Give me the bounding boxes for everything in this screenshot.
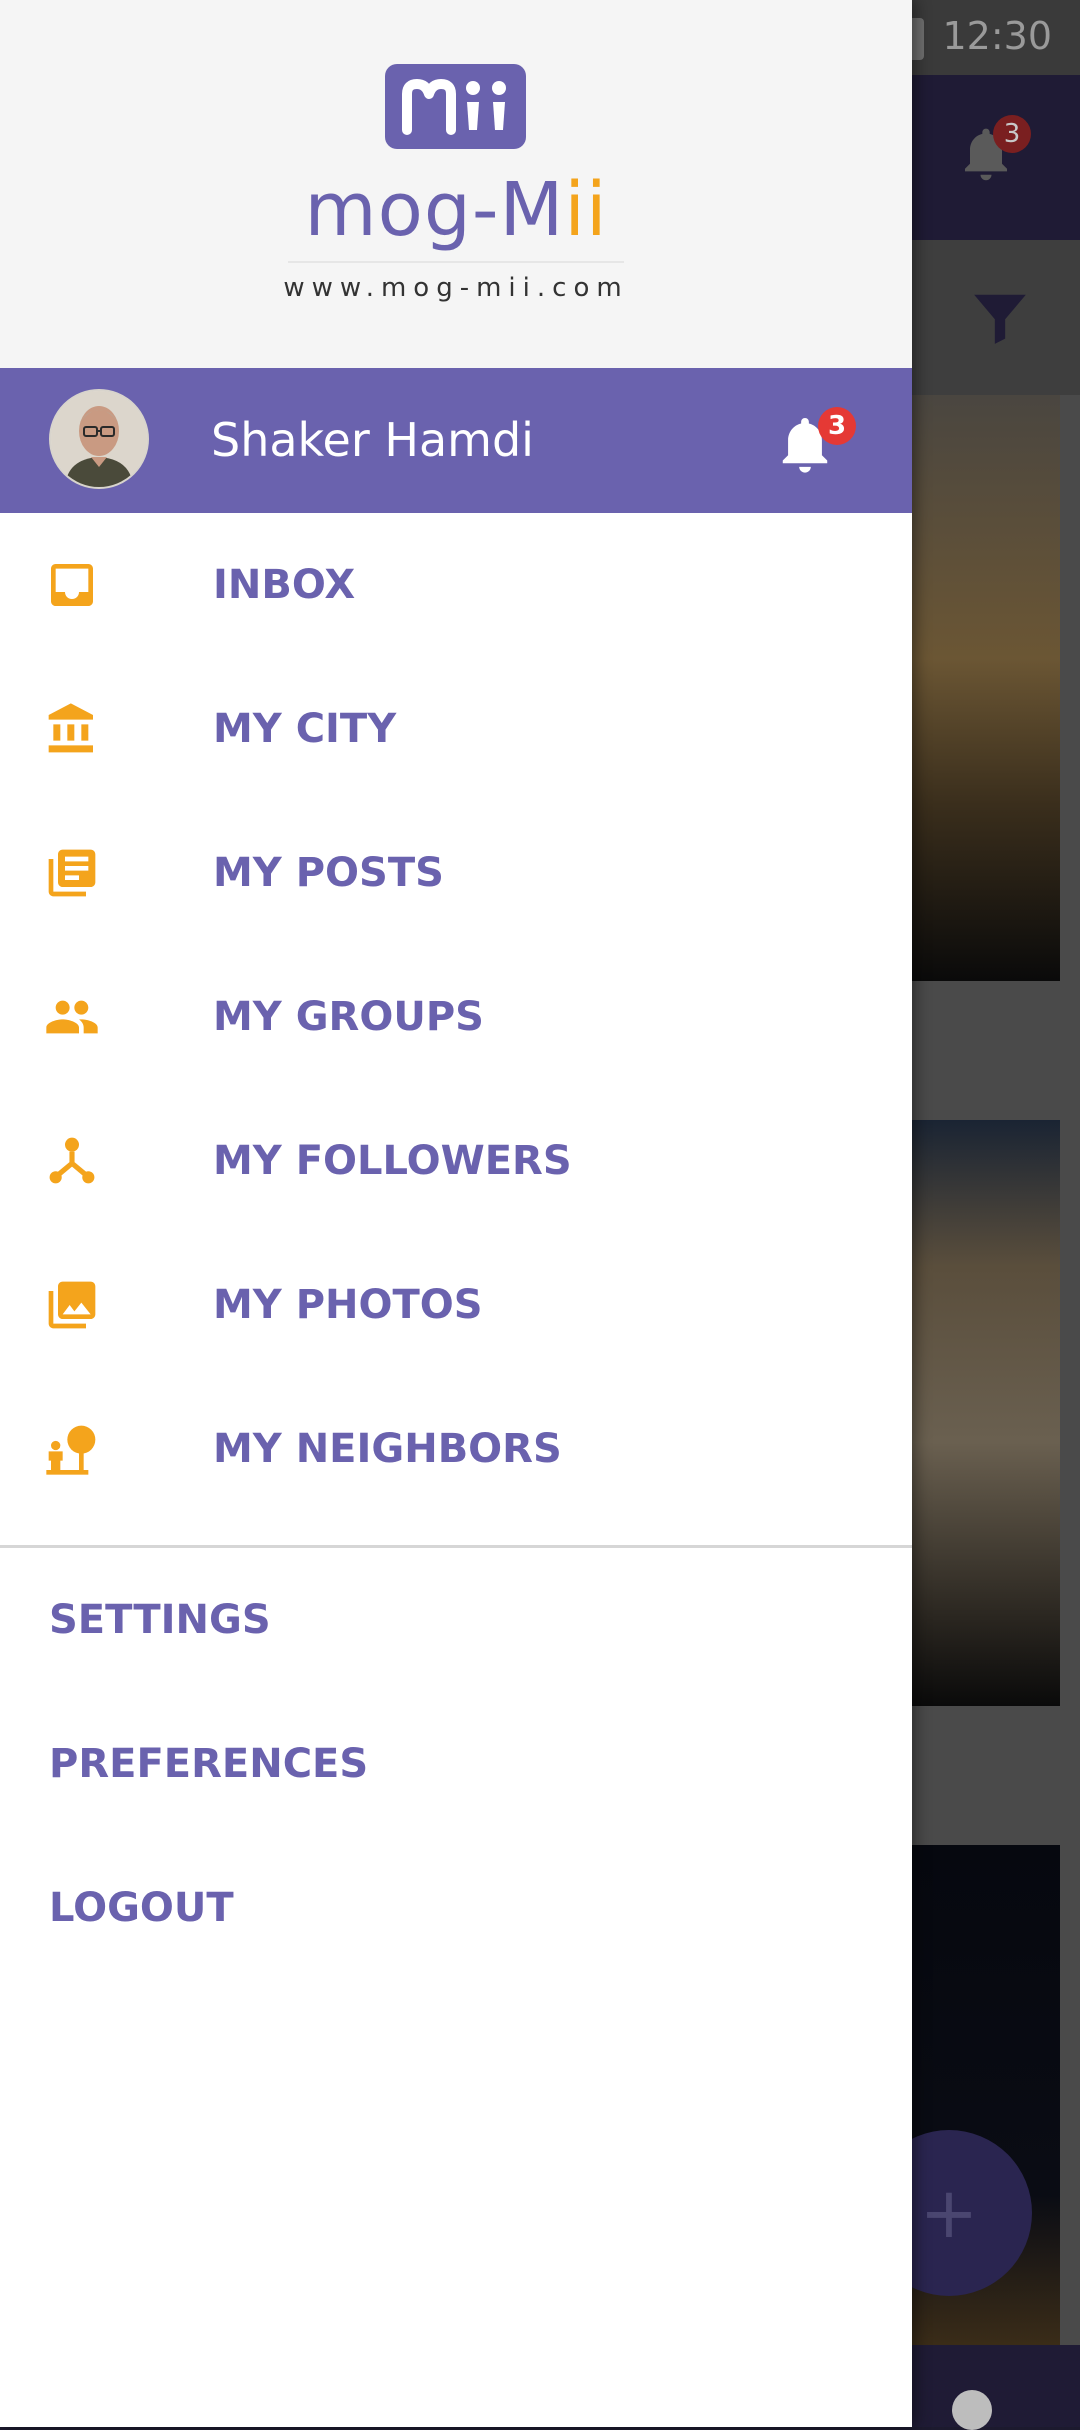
secondary-menu: SETTINGS PREFERENCES LOGOUT — [0, 1548, 912, 1980]
user-avatar-icon — [51, 391, 147, 487]
logo-divider — [288, 261, 624, 263]
menu-item-preferences[interactable]: PREFERENCES — [0, 1692, 912, 1836]
navigation-drawer: mog-Mii www.mog-mii.com Shaker Hamdi 3 I… — [0, 0, 912, 2427]
brand-header: mog-Mii www.mog-mii.com — [0, 0, 912, 368]
groups-icon — [46, 1000, 98, 1034]
menu-item-my-posts[interactable]: MY POSTS — [0, 801, 912, 945]
location-icon[interactable] — [952, 2390, 992, 2430]
menu-item-my-followers[interactable]: MY FOLLOWERS — [0, 1089, 912, 1233]
menu-label: MY NEIGHBORS — [213, 1426, 562, 1472]
posts-icon — [48, 849, 96, 897]
filter-icon[interactable] — [968, 287, 1032, 349]
logo-mark — [385, 64, 526, 149]
menu-item-my-city[interactable]: MY CITY — [0, 657, 912, 801]
menu-label: LOGOUT — [49, 1885, 234, 1931]
avatar[interactable] — [49, 389, 149, 489]
toolbar-notification-badge: 3 — [993, 115, 1031, 153]
menu-label: INBOX — [213, 562, 356, 608]
menu-item-inbox[interactable]: INBOX — [0, 513, 912, 657]
menu-label: MY PHOTOS — [213, 1282, 483, 1328]
menu-label: SETTINGS — [49, 1597, 271, 1643]
photos-icon — [48, 1281, 96, 1329]
mii-logo-icon — [402, 79, 506, 135]
status-time: 12:30 — [942, 14, 1052, 58]
brand-website: www.mog-mii.com — [283, 273, 629, 303]
followers-network-icon — [49, 1137, 95, 1184]
menu-item-settings[interactable]: SETTINGS — [0, 1548, 912, 1692]
notification-badge: 3 — [818, 407, 856, 445]
neighbors-icon — [46, 1425, 96, 1475]
inbox-icon — [51, 564, 93, 606]
city-building-icon — [48, 703, 93, 753]
menu-label: PREFERENCES — [49, 1741, 369, 1787]
menu-label: MY CITY — [213, 706, 397, 752]
menu-label: MY GROUPS — [213, 994, 484, 1040]
user-name[interactable]: Shaker Hamdi — [211, 410, 534, 470]
main-menu: INBOX MY CITY MY POSTS MY GROUPS MY FOLL… — [0, 513, 912, 1521]
menu-item-logout[interactable]: LOGOUT — [0, 1836, 912, 1980]
menu-item-my-groups[interactable]: MY GROUPS — [0, 945, 912, 1089]
menu-item-my-photos[interactable]: MY PHOTOS — [0, 1233, 912, 1377]
menu-item-my-neighbors[interactable]: MY NEIGHBORS — [0, 1377, 912, 1521]
menu-label: MY POSTS — [213, 850, 444, 896]
brand-wordmark: mog-Mii — [304, 167, 608, 253]
menu-label: MY FOLLOWERS — [213, 1138, 572, 1184]
